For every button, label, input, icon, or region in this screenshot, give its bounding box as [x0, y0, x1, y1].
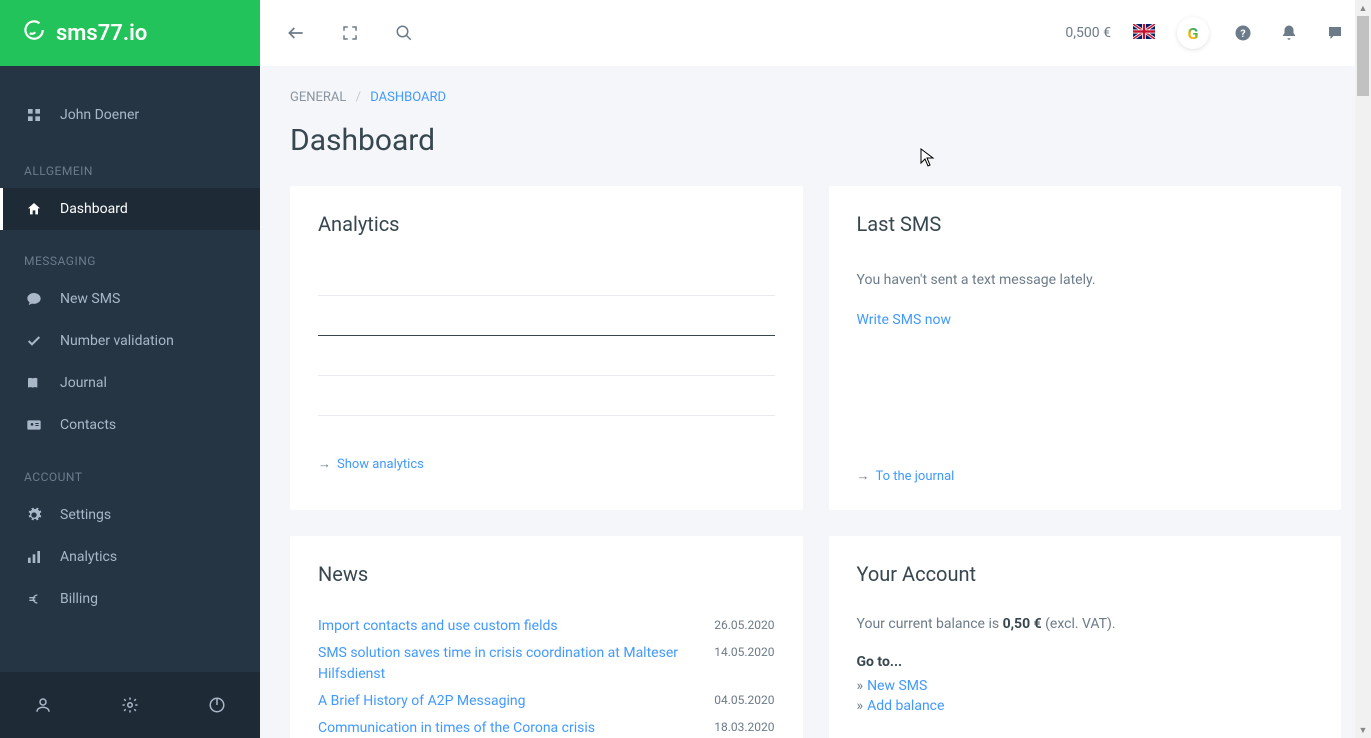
- content: GENERAL / DASHBOARD Dashboard Analytics: [260, 66, 1371, 738]
- sidebar-item-label: Billing: [60, 591, 98, 607]
- balance-display[interactable]: 0,500 €: [1065, 25, 1111, 41]
- news-item-title[interactable]: A Brief History of A2P Messaging: [318, 691, 700, 712]
- google-account-icon[interactable]: G: [1177, 17, 1209, 49]
- news-item-title[interactable]: Import contacts and use custom fields: [318, 616, 700, 637]
- account-title: Your Account: [857, 562, 1314, 586]
- chevron-icon: »: [857, 698, 864, 714]
- news-item: Import contacts and use custom fields 26…: [318, 616, 775, 637]
- account-balance-text: Your current balance is 0,50 € (excl. VA…: [857, 616, 1314, 632]
- last-sms-title: Last SMS: [857, 212, 1314, 236]
- write-sms-link[interactable]: Write SMS now: [857, 312, 951, 328]
- sidebar-item-label: New SMS: [60, 291, 120, 307]
- scrollbar[interactable]: ▲ ▼: [1355, 0, 1371, 738]
- sidebar-item-label: Dashboard: [60, 201, 128, 217]
- chevron-icon: »: [857, 678, 864, 694]
- help-button[interactable]: ?: [1231, 21, 1255, 45]
- logout-button[interactable]: [173, 672, 260, 738]
- check-icon: [24, 331, 44, 351]
- sidebar-header-messaging: MESSAGING: [0, 230, 260, 278]
- breadcrumb-separator: /: [356, 90, 361, 105]
- logo-icon: [20, 17, 56, 49]
- euro-icon: [24, 589, 44, 609]
- main: 0,500 € G ? GENERAL / DASHBOARD Dashboar…: [260, 0, 1371, 738]
- fullscreen-button[interactable]: [338, 21, 362, 45]
- sidebar-item-label: Journal: [60, 375, 107, 391]
- sidebar-item-new-sms[interactable]: New SMS: [0, 278, 260, 320]
- arrow-right-icon: →: [857, 468, 870, 484]
- sidebar-item-label: Settings: [60, 507, 111, 523]
- sidebar-header-account: ACCOUNT: [0, 446, 260, 494]
- language-flag-uk[interactable]: [1133, 24, 1155, 43]
- gear-icon: [24, 505, 44, 525]
- goto-new-sms-link[interactable]: New SMS: [867, 678, 927, 694]
- last-sms-card: Last SMS You haven't sent a text message…: [829, 186, 1342, 510]
- chart-icon: [24, 547, 44, 567]
- news-item: A Brief History of A2P Messaging 04.05.2…: [318, 691, 775, 712]
- news-item: SMS solution saves time in crisis coordi…: [318, 643, 775, 685]
- back-button[interactable]: [284, 21, 308, 45]
- sidebar-user-name: John Doener: [60, 107, 139, 123]
- breadcrumb: GENERAL / DASHBOARD: [290, 90, 1341, 105]
- sidebar-item-label: Number validation: [60, 333, 174, 349]
- news-title: News: [318, 562, 775, 586]
- sidebar-item-analytics[interactable]: Analytics: [0, 536, 260, 578]
- sidebar-user[interactable]: John Doener: [0, 90, 260, 140]
- id-card-icon: [24, 415, 44, 435]
- news-item-date: 14.05.2020: [714, 643, 774, 685]
- search-button[interactable]: [392, 21, 416, 45]
- settings-button[interactable]: [87, 672, 174, 738]
- news-item-date: 04.05.2020: [714, 691, 774, 712]
- news-list: Import contacts and use custom fields 26…: [318, 606, 775, 738]
- news-item-date: 18.03.2020: [714, 718, 774, 738]
- svg-text:?: ?: [1240, 27, 1245, 40]
- show-analytics-link[interactable]: Show analytics: [337, 457, 424, 472]
- sidebar: sms77.io John Doener ALLGEMEIN Dashboard…: [0, 0, 260, 738]
- scroll-up-icon[interactable]: ▲: [1355, 0, 1371, 16]
- analytics-card: Analytics → Show analytics: [290, 186, 803, 510]
- sidebar-item-contacts[interactable]: Contacts: [0, 404, 260, 446]
- profile-button[interactable]: [0, 672, 87, 738]
- arrow-right-icon: →: [318, 456, 331, 472]
- breadcrumb-root[interactable]: GENERAL: [290, 90, 346, 105]
- news-item-title[interactable]: Communication in times of the Corona cri…: [318, 718, 700, 738]
- grid-icon: [24, 105, 44, 125]
- sidebar-item-label: Contacts: [60, 417, 116, 433]
- breadcrumb-current[interactable]: DASHBOARD: [370, 90, 446, 105]
- notifications-button[interactable]: [1277, 21, 1301, 45]
- goto-add-balance-link[interactable]: Add balance: [867, 698, 944, 714]
- scroll-down-icon[interactable]: ▼: [1355, 722, 1371, 738]
- book-icon: [24, 373, 44, 393]
- news-item-title[interactable]: SMS solution saves time in crisis coordi…: [318, 643, 700, 685]
- sidebar-header-allgemein: ALLGEMEIN: [0, 140, 260, 188]
- page-title: Dashboard: [290, 123, 1341, 158]
- analytics-title: Analytics: [318, 212, 775, 236]
- sidebar-item-journal[interactable]: Journal: [0, 362, 260, 404]
- news-item-date: 26.05.2020: [714, 616, 774, 637]
- home-icon: [24, 199, 44, 219]
- to-journal-link[interactable]: To the journal: [876, 469, 955, 484]
- brand-logo[interactable]: sms77.io: [0, 0, 260, 66]
- sidebar-item-label: Analytics: [60, 549, 117, 565]
- account-balance-value: 0,50 €: [1003, 616, 1042, 632]
- comment-icon: [24, 289, 44, 309]
- sidebar-item-dashboard[interactable]: Dashboard: [0, 188, 260, 230]
- news-item: Communication in times of the Corona cri…: [318, 718, 775, 738]
- sidebar-item-settings[interactable]: Settings: [0, 494, 260, 536]
- brand-name: sms77.io: [56, 21, 147, 46]
- analytics-chart: [318, 256, 775, 416]
- account-card: Your Account Your current balance is 0,5…: [829, 536, 1342, 738]
- goto-label: Go to...: [857, 654, 903, 670]
- scrollbar-thumb[interactable]: [1357, 16, 1369, 96]
- sidebar-item-billing[interactable]: Billing: [0, 578, 260, 620]
- sidebar-bottom: [0, 672, 260, 738]
- news-card: News Import contacts and use custom fiel…: [290, 536, 803, 738]
- sidebar-item-number-validation[interactable]: Number validation: [0, 320, 260, 362]
- last-sms-empty-text: You haven't sent a text message lately.: [857, 272, 1314, 288]
- topbar: 0,500 € G ?: [260, 0, 1371, 66]
- messages-button[interactable]: [1323, 21, 1347, 45]
